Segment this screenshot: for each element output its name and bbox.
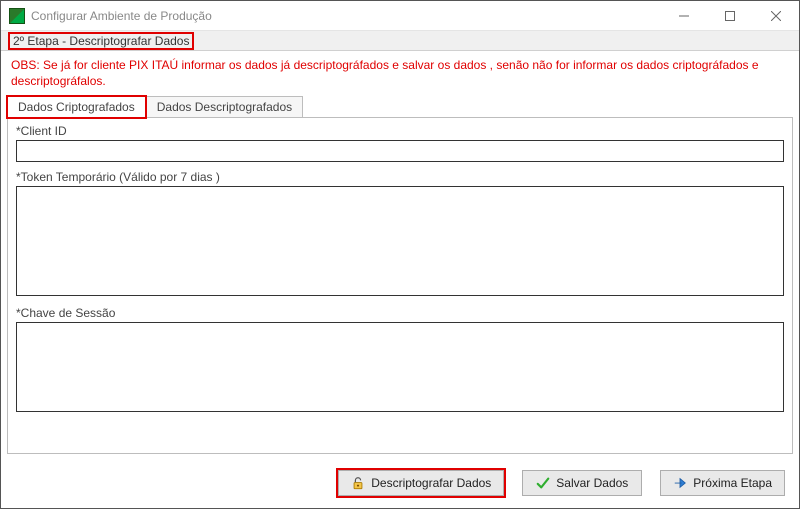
maximize-icon: [725, 11, 735, 21]
button-row: Descriptografar Dados Salvar Dados Próxi…: [1, 460, 799, 508]
arrow-right-icon: [673, 476, 687, 490]
app-icon: [9, 8, 25, 24]
close-icon: [771, 11, 781, 21]
decrypt-button[interactable]: Descriptografar Dados: [338, 470, 504, 496]
tab-dados-criptografados[interactable]: Dados Criptografados: [7, 96, 146, 118]
save-button[interactable]: Salvar Dados: [522, 470, 642, 496]
token-label: *Token Temporário (Válido por 7 dias ): [16, 170, 784, 184]
session-key-label: *Chave de Sessão: [16, 306, 784, 320]
unlock-icon: [351, 476, 365, 490]
tab-label: Dados Descriptografados: [157, 100, 292, 114]
window-root: Configurar Ambiente de Produção 2º Etapa…: [0, 0, 800, 509]
step-banner: 2º Etapa - Descriptografar Dados: [1, 31, 799, 51]
next-button[interactable]: Próxima Etapa: [660, 470, 785, 496]
minimize-button[interactable]: [661, 1, 707, 30]
next-button-label: Próxima Etapa: [693, 476, 772, 490]
client-id-label: *Client ID: [16, 124, 784, 138]
client-id-input[interactable]: [16, 140, 784, 162]
decrypt-button-label: Descriptografar Dados: [371, 476, 491, 490]
window-controls: [661, 1, 799, 30]
close-button[interactable]: [753, 1, 799, 30]
titlebar: Configurar Ambiente de Produção: [1, 1, 799, 31]
maximize-button[interactable]: [707, 1, 753, 30]
tabstrip: Dados Criptografados Dados Descriptograf…: [1, 95, 799, 117]
check-icon: [536, 476, 550, 490]
token-input[interactable]: [16, 186, 784, 296]
tab-label: Dados Criptografados: [18, 100, 135, 114]
step-label: 2º Etapa - Descriptografar Dados: [9, 33, 193, 49]
session-key-input[interactable]: [16, 322, 784, 412]
obs-note: OBS: Se já for cliente PIX ITAÚ informar…: [1, 51, 799, 93]
tab-dados-descriptografados[interactable]: Dados Descriptografados: [146, 96, 303, 118]
window-title: Configurar Ambiente de Produção: [31, 9, 661, 23]
minimize-icon: [679, 11, 689, 21]
save-button-label: Salvar Dados: [556, 476, 628, 490]
tabpage-encrypted: *Client ID *Token Temporário (Válido por…: [7, 117, 793, 454]
